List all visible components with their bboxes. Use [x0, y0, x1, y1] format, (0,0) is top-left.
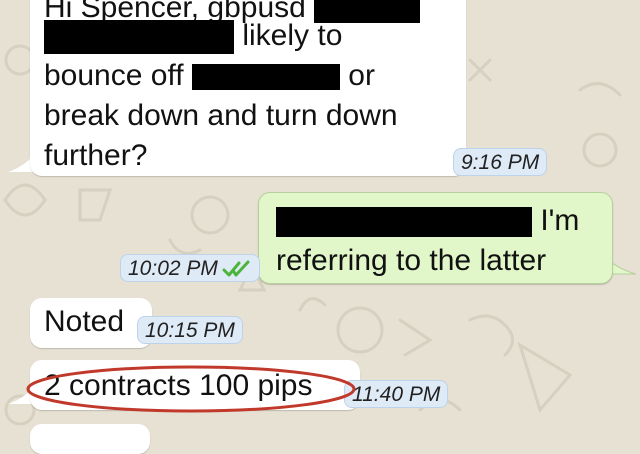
message-text: Noted [44, 305, 125, 338]
message-timestamp: 10:02 PM [120, 254, 260, 282]
redacted-block [191, 64, 340, 91]
message-line: likely to [44, 18, 342, 55]
redacted-block [44, 20, 234, 55]
message-line: bounce off or [44, 59, 375, 92]
message-line: referring to the latter [276, 244, 547, 277]
message-bubble-incoming[interactable]: Hi Spencer, gbpusd likely to bounce off … [30, 0, 466, 176]
message-bubble-incoming[interactable] [30, 424, 150, 454]
message-line: further? [44, 139, 148, 172]
message-timestamp: 10:15 PM [137, 316, 243, 344]
message-timestamp: 9:16 PM [453, 148, 548, 176]
message-bubble-outgoing[interactable]: I'm referring to the latter [258, 192, 613, 284]
message-line: break down and turn down [44, 99, 398, 132]
redacted-block [276, 207, 532, 238]
message-line: I'm [276, 203, 579, 239]
message-bubble-incoming[interactable]: Noted [30, 298, 152, 348]
annotation-circle [26, 365, 356, 413]
double-check-icon [222, 260, 250, 277]
